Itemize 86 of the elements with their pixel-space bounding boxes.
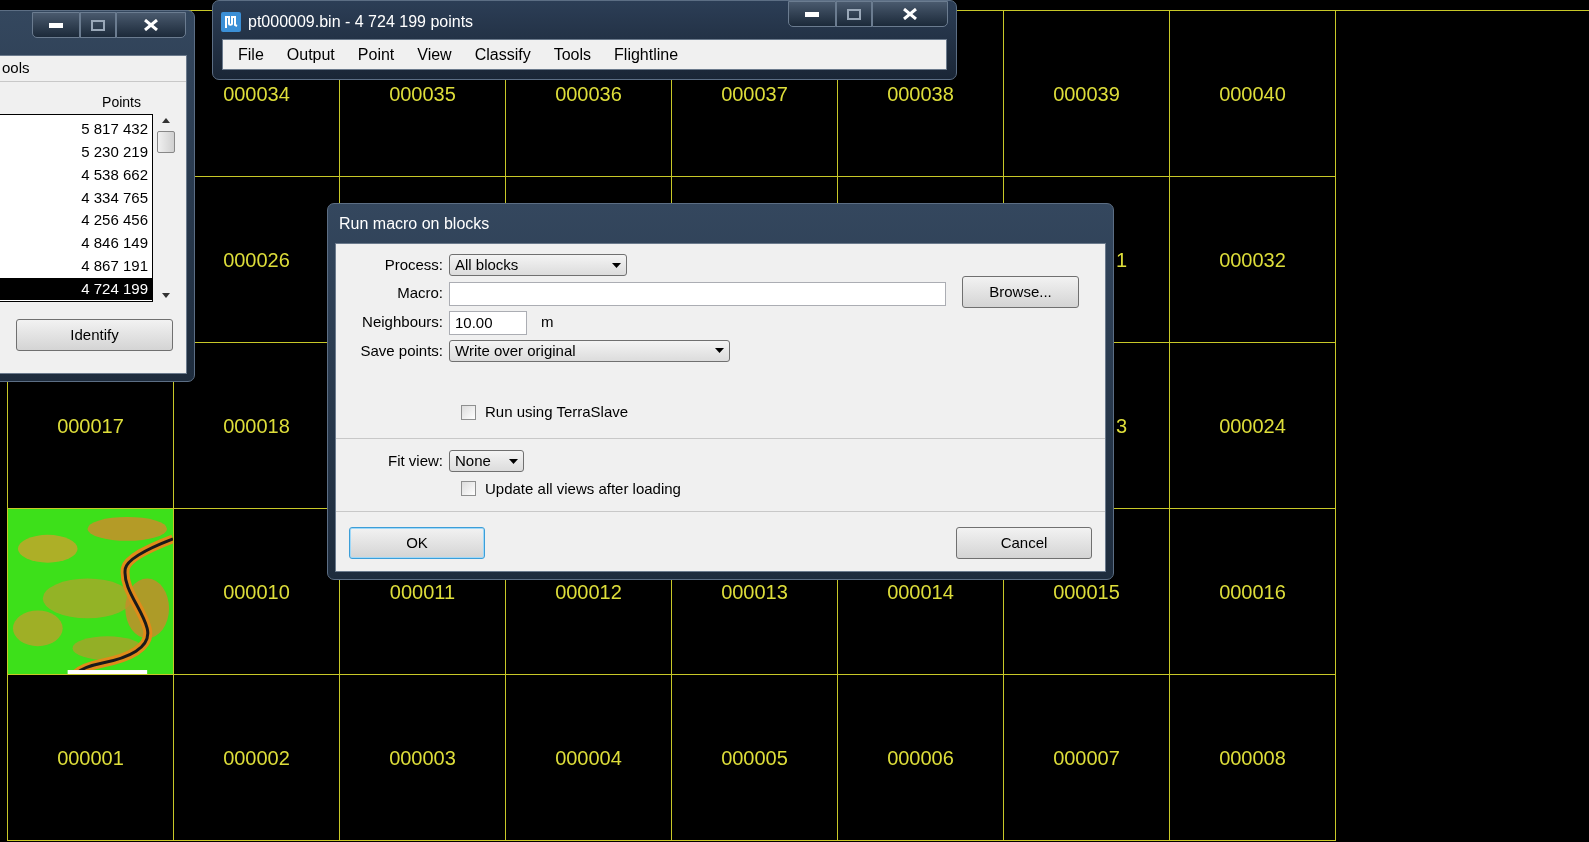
menu-item[interactable]: Classify [474,42,531,67]
block-label: 000007 [1053,745,1120,771]
minimize-icon [49,22,63,28]
macro-field[interactable] [449,281,946,306]
list-row[interactable]: 4 867 191 [0,254,152,278]
dialog-title: Run macro on blocks [339,213,490,234]
close-icon [144,19,158,31]
column-header: Points [102,93,141,112]
process-dropdown[interactable]: All blocks [449,254,627,277]
caret-icon [612,262,621,268]
list-row[interactable]: 4 256 456 [0,209,152,232]
close-button[interactable] [116,12,186,38]
scroll-up-icon [162,118,170,123]
menu-item[interactable]: Tools [553,42,592,67]
list-row[interactable]: 4 538 662 [0,163,152,187]
field-label: Fit view: [387,451,444,471]
maximize-icon [91,19,105,31]
list-row[interactable]: 4 724 199 [0,277,152,301]
unit-label: m [541,312,554,333]
block-label: 000026 [223,247,290,273]
scroll-thumb[interactable] [157,131,175,153]
block-label: 1 [1116,247,1128,273]
block-label: 000008 [1219,745,1286,771]
fit-view-dropdown[interactable]: None [449,450,524,473]
block-label: 000011 [389,579,456,605]
close-icon [903,8,917,20]
field-label: Process: [383,255,444,275]
checkbox[interactable] [461,404,476,420]
block-label: 000036 [555,81,622,107]
block-label: 000018 [223,413,290,439]
list-row[interactable]: 5 230 219 [0,140,152,164]
field-label: Neighbours: [361,312,444,333]
ok-button[interactable]: OK [349,527,485,559]
cancel-button[interactable]: Cancel [956,527,1092,559]
list-row[interactable]: 5 817 432 [0,118,152,141]
block-label: 000010 [223,579,290,605]
block-label: 000035 [389,81,456,107]
block-label: 000013 [721,579,788,605]
block-label: 000040 [1219,81,1286,107]
block-label: 000005 [721,745,788,771]
menu-item[interactable]: File [238,42,264,67]
browse-button[interactable]: Browse... [962,276,1079,308]
block-label: 000003 [389,745,456,771]
minimize-icon [805,11,819,17]
block-label: 000016 [1219,579,1286,605]
checkbox[interactable] [461,481,476,497]
maximize-button[interactable] [80,12,116,38]
checkbox-label: Update all views after loading [485,478,681,499]
minimize-button[interactable] [788,1,836,27]
caret-icon [509,458,518,464]
list-row[interactable]: 4 334 765 [0,186,152,210]
menu-item[interactable]: View [417,42,452,67]
save-points-dropdown[interactable]: Write over original [449,339,730,362]
close-button[interactable] [872,1,948,27]
checkbox-label: Run using TerraSlave [485,401,629,422]
scroll-down-icon [162,293,170,298]
block-label: 000014 [887,579,954,605]
maximize-icon [847,8,861,20]
neighbours-field[interactable]: 10.00 [449,310,527,335]
block-label: 000001 [57,745,124,771]
menu-item[interactable]: Flightline [614,42,679,67]
caret-icon [715,348,724,354]
window-title: pt000009.bin - 4 724 199 points [248,12,474,32]
field-label: Macro: [396,283,444,304]
block-label: 000002 [223,745,290,771]
block-label: 000032 [1219,247,1286,273]
menu-item[interactable]: ools [2,57,30,80]
block-label: 000012 [555,579,622,605]
field-label: Save points: [359,340,444,361]
block-label: 3 [1116,413,1128,439]
menu-item[interactable]: Point [357,42,395,67]
list-row[interactable]: 4 846 149 [0,232,152,255]
menu-item[interactable]: Output [286,42,335,67]
minimize-button[interactable] [32,12,80,38]
block-label: 000037 [721,81,788,107]
block-label: 000006 [887,745,954,771]
block-label: 000039 [1053,81,1120,107]
block-label: 000038 [887,81,954,107]
identify-button[interactable]: Identify [16,319,173,351]
block-label: 000004 [555,745,622,771]
app-logo-icon [221,12,241,32]
block-label: 000034 [223,81,290,107]
block-label: 000024 [1219,413,1286,439]
block-label: 000015 [1053,579,1120,605]
block-label: 000017 [57,413,124,439]
maximize-button[interactable] [836,1,872,27]
